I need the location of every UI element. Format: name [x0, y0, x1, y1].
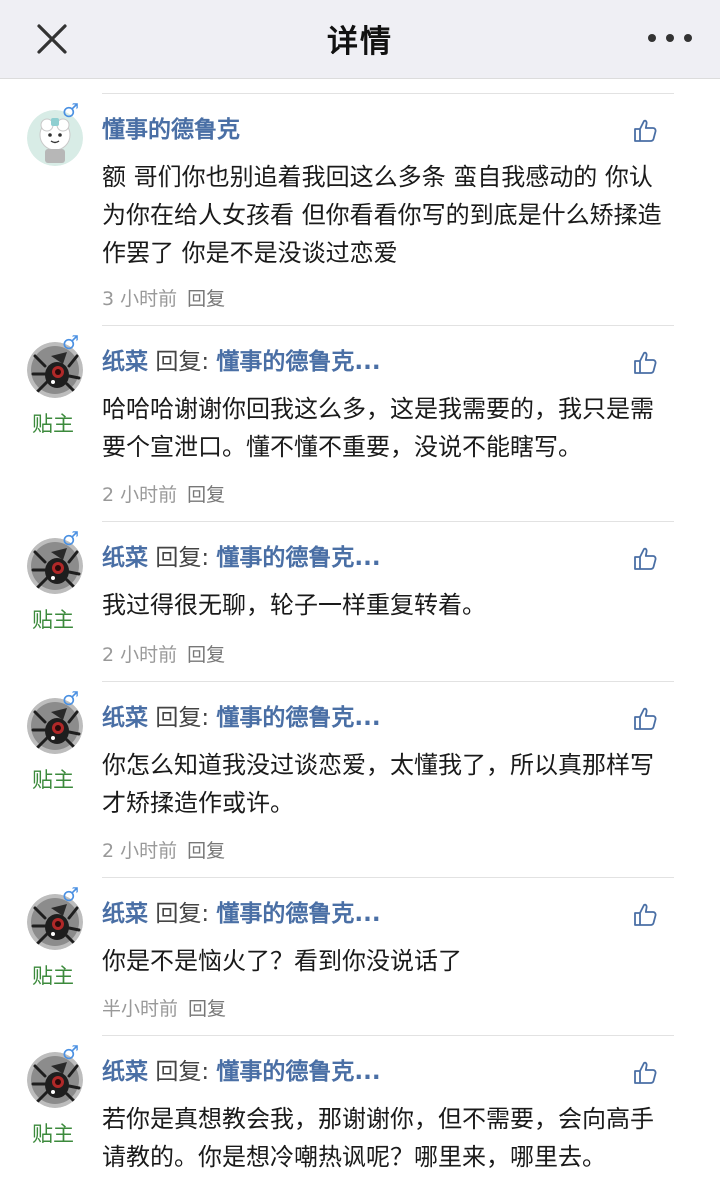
comment-header: 纸菜 回复: 懂事的德鲁克...: [102, 1058, 381, 1086]
comment-time: 3 小时前: [102, 288, 178, 310]
reply-to-label: 回复:: [155, 705, 210, 731]
male-icon: ♂: [62, 688, 80, 710]
op-badge: 贴主: [32, 964, 74, 988]
username[interactable]: 纸菜: [102, 1059, 148, 1085]
reply-to-label: 回复:: [155, 349, 210, 375]
comment-header: 纸菜 回复: 懂事的德鲁克...: [102, 704, 381, 732]
op-badge: 贴主: [32, 608, 74, 632]
comment-text: 你怎么知道我没过谈恋爱，太懂我了，所以真那样写才矫揉造作或许。: [102, 751, 654, 817]
comment-meta: 2 小时前 回复: [102, 640, 225, 667]
comment-meta: 半小时前 回复: [102, 994, 226, 1021]
reply-target-username[interactable]: 懂事的德鲁克...: [216, 349, 380, 375]
comment-text: 我过得很无聊，轮子一样重复转着。: [102, 591, 486, 619]
comment-item[interactable]: ♂ 贴主 纸菜 回复: 懂事的德鲁克... 若你是真想教会我，那谢谢你，但不需要，会向…: [0, 1036, 720, 1196]
comment-meta: 2 小时前 回复: [102, 836, 225, 863]
comment-header: 懂事的德鲁克: [102, 116, 240, 144]
comment-meta: 3 小时前 回复: [102, 284, 225, 311]
comment-text: 若你是真想教会我，那谢谢你，但不需要，会向高手请教的。你是想冷嘲热讽呢？哪里来，…: [102, 1105, 654, 1171]
op-badge: 贴主: [32, 412, 74, 436]
reply-button[interactable]: 回复: [187, 484, 225, 506]
reply-button[interactable]: 回复: [187, 644, 225, 666]
reply-button[interactable]: 回复: [188, 998, 226, 1020]
like-icon[interactable]: [632, 1060, 658, 1086]
reply-target-username[interactable]: 懂事的德鲁克...: [216, 705, 380, 731]
comment-time: 2 小时前: [102, 644, 178, 666]
comment-item[interactable]: ♂ 贴主 纸菜 回复: 懂事的德鲁克... 我过得很无聊，轮子一样重复转着。 2 小时前…: [0, 522, 720, 682]
like-icon[interactable]: [632, 118, 658, 144]
comment-feed[interactable]: ♂ 懂事的德鲁克额 哥们你也别追着我回这么多条 蛮自我感动的 你认为你在给人女孩看…: [0, 79, 720, 1196]
like-icon[interactable]: [632, 546, 658, 572]
top-bar: 详情: [0, 0, 720, 79]
comment-time: 2 小时前: [102, 840, 178, 862]
comment-item[interactable]: ♂ 贴主 纸菜 回复: 懂事的德鲁克... 哈哈哈谢谢你回我这么多，这是我需要的，我只…: [0, 326, 720, 522]
username[interactable]: 懂事的德鲁克: [102, 117, 240, 143]
reply-target-username[interactable]: 懂事的德鲁克...: [216, 1059, 380, 1085]
like-icon[interactable]: [632, 902, 658, 928]
male-icon: ♂: [62, 100, 80, 122]
like-icon[interactable]: [632, 706, 658, 732]
username[interactable]: 纸菜: [102, 545, 148, 571]
male-icon: ♂: [62, 332, 80, 354]
comment-header: 纸菜 回复: 懂事的德鲁克...: [102, 900, 381, 928]
reply-button[interactable]: 回复: [187, 840, 225, 862]
comment-text: 额 哥们你也别追着我回这么多条 蛮自我感动的 你认为你在给人女孩看 但你看看你写…: [102, 163, 662, 267]
male-icon: ♂: [62, 1042, 80, 1064]
comment-text: 哈哈哈谢谢你回我这么多，这是我需要的，我只是需要个宣泄口。懂不懂不重要，没说不能…: [102, 395, 654, 461]
comment-item[interactable]: ♂ 懂事的德鲁克额 哥们你也别追着我回这么多条 蛮自我感动的 你认为你在给人女孩看…: [0, 94, 720, 326]
comment-time: 2 小时前: [102, 484, 178, 506]
male-icon: ♂: [62, 528, 80, 550]
more-button[interactable]: [648, 26, 692, 50]
username[interactable]: 纸菜: [102, 705, 148, 731]
more-icon-dot: [684, 34, 692, 42]
comment-header: 纸菜 回复: 懂事的德鲁克...: [102, 544, 381, 572]
op-badge: 贴主: [32, 768, 74, 792]
op-badge: 贴主: [32, 1122, 74, 1146]
comment-text: 你是不是恼火了？看到你没说话了: [102, 947, 462, 975]
like-icon[interactable]: [632, 350, 658, 376]
reply-target-username[interactable]: 懂事的德鲁克...: [216, 901, 380, 927]
male-icon: ♂: [62, 884, 80, 906]
comment-meta: 2 小时前 回复: [102, 480, 225, 507]
page-title: 详情: [327, 24, 393, 60]
reply-target-username[interactable]: 懂事的德鲁克...: [216, 545, 380, 571]
username[interactable]: 纸菜: [102, 349, 148, 375]
username[interactable]: 纸菜: [102, 901, 148, 927]
reply-to-label: 回复:: [155, 545, 210, 571]
reply-to-label: 回复:: [155, 1059, 210, 1085]
reply-button[interactable]: 回复: [187, 288, 225, 310]
comment-time: 半小时前: [102, 998, 179, 1020]
comment-header: 纸菜 回复: 懂事的德鲁克...: [102, 348, 381, 376]
more-icon-dot: [666, 34, 674, 42]
reply-to-label: 回复:: [155, 901, 210, 927]
more-icon-dot: [648, 34, 656, 42]
comment-item[interactable]: ♂ 贴主 纸菜 回复: 懂事的德鲁克... 你怎么知道我没过谈恋爱，太懂我了，所以真那…: [0, 682, 720, 878]
comment-item[interactable]: ♂ 贴主 纸菜 回复: 懂事的德鲁克... 你是不是恼火了？看到你没说话了 半小时前 回复: [0, 878, 720, 1036]
